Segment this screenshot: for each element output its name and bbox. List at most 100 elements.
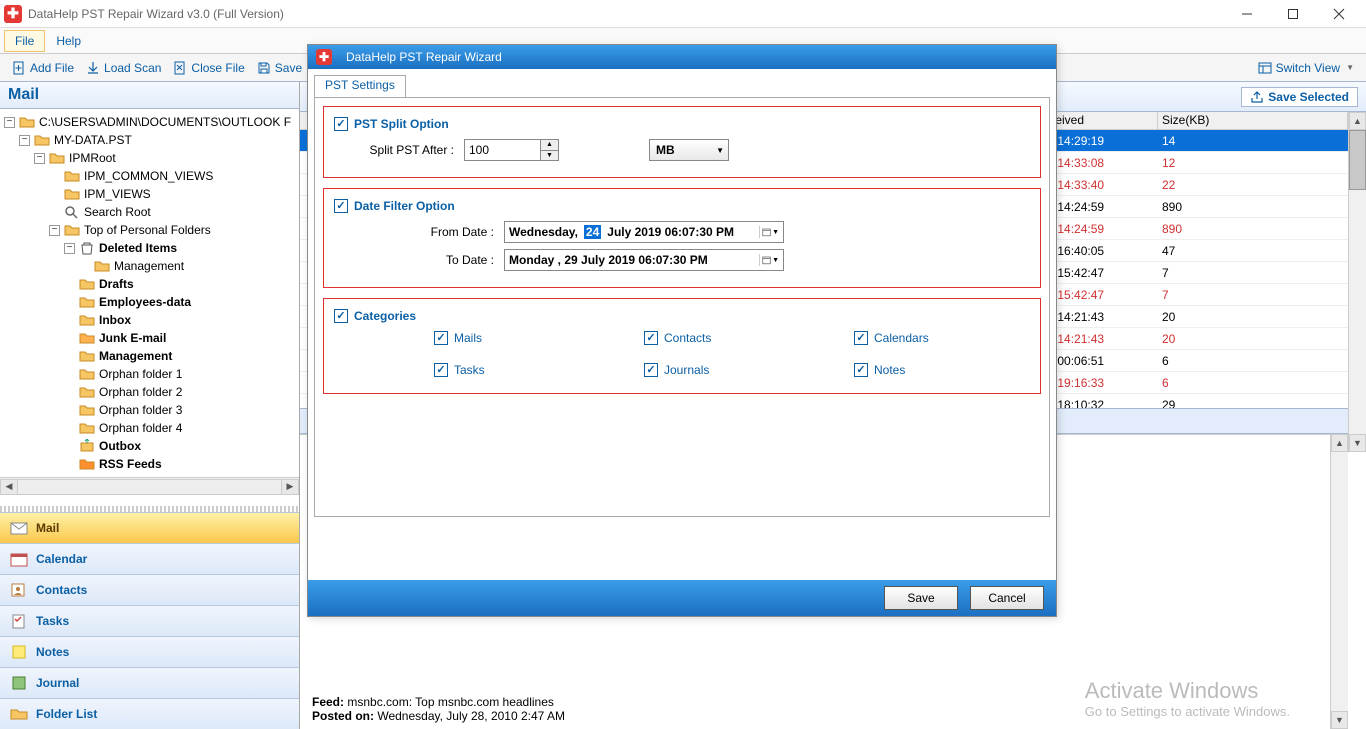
split-unit-combo[interactable]: MB ▼	[649, 139, 729, 161]
tree-node[interactable]: Search Root	[0, 203, 299, 221]
plus-file-icon	[12, 61, 26, 75]
scroll-left-icon[interactable]: ◀	[0, 479, 18, 495]
cancel-button[interactable]: Cancel	[970, 586, 1044, 610]
date-filter-checkbox[interactable]	[334, 199, 348, 213]
spin-up-icon[interactable]: ▲	[541, 140, 558, 151]
calendar-icon	[762, 226, 771, 238]
tree-node[interactable]: Inbox	[0, 311, 299, 329]
pst-split-group: PST Split Option Split PST After : ▲▼ MB…	[323, 106, 1041, 178]
save-selected-button[interactable]: Save Selected	[1241, 87, 1358, 107]
tree-node[interactable]: Outbox	[0, 437, 299, 455]
layout-icon	[1258, 61, 1272, 75]
nav-contacts[interactable]: Contacts	[0, 574, 299, 605]
windows-watermark: Activate Windows Go to Settings to activ…	[1085, 678, 1290, 719]
load-scan-button[interactable]: Load Scan	[80, 59, 167, 77]
nav-journal[interactable]: Journal	[0, 667, 299, 698]
download-icon	[86, 61, 100, 75]
menu-help[interactable]: Help	[45, 30, 92, 52]
categories-checkbox[interactable]	[334, 309, 348, 323]
switch-view-button[interactable]: Switch View ▼	[1252, 59, 1360, 77]
tree-toggle[interactable]: −	[19, 135, 30, 146]
split-after-label: Split PST After :	[364, 143, 454, 157]
left-header: Mail	[0, 82, 299, 109]
tree-node[interactable]: IPM_VIEWS	[0, 185, 299, 203]
checkbox[interactable]	[644, 363, 658, 377]
app-title: DataHelp PST Repair Wizard v3.0 (Full Ve…	[28, 7, 284, 21]
close-file-button[interactable]: Close File	[167, 59, 250, 77]
tree-node[interactable]: RSS Feeds	[0, 455, 299, 473]
calendar-icon	[762, 254, 771, 266]
nav-tasks[interactable]: Tasks	[0, 605, 299, 636]
checkbox[interactable]	[854, 363, 868, 377]
split-size-input[interactable]	[465, 140, 540, 160]
tree-node[interactable]: −MY-DATA.PST	[0, 131, 299, 149]
tree-node[interactable]: Employees-data	[0, 293, 299, 311]
minimize-button[interactable]	[1224, 0, 1270, 28]
to-date-label: To Date :	[364, 253, 494, 267]
tree-node[interactable]: Orphan folder 4	[0, 419, 299, 437]
tree-toggle[interactable]: −	[64, 243, 75, 254]
tree-node[interactable]: Management	[0, 347, 299, 365]
titlebar: ✚ DataHelp PST Repair Wizard v3.0 (Full …	[0, 0, 1366, 28]
category-mails[interactable]: Mails	[434, 331, 574, 345]
tree-node[interactable]: Drafts	[0, 275, 299, 293]
scroll-up-icon[interactable]: ▲	[1331, 434, 1348, 452]
pst-split-checkbox[interactable]	[334, 117, 348, 131]
scroll-down-icon[interactable]: ▼	[1349, 434, 1366, 452]
close-file-icon	[173, 61, 187, 75]
category-calendars[interactable]: Calendars	[854, 331, 994, 345]
save-button[interactable]: Save	[884, 586, 958, 610]
tree-node[interactable]: −IPMRoot	[0, 149, 299, 167]
dialog-footer: Save Cancel	[308, 580, 1056, 616]
tree-node[interactable]: Orphan folder 1	[0, 365, 299, 383]
checkbox[interactable]	[434, 363, 448, 377]
scroll-down-icon[interactable]: ▼	[1331, 711, 1348, 729]
nav-notes[interactable]: Notes	[0, 636, 299, 667]
category-tasks[interactable]: Tasks	[434, 363, 574, 377]
maximize-button[interactable]	[1270, 0, 1316, 28]
scroll-up-icon[interactable]: ▲	[1349, 112, 1366, 130]
tree-node[interactable]: −C:\USERS\ADMIN\DOCUMENTS\OUTLOOK F	[0, 113, 299, 131]
tree-toggle[interactable]: −	[49, 225, 60, 236]
tree-toggle[interactable]: −	[34, 153, 45, 164]
spin-down-icon[interactable]: ▼	[541, 151, 558, 161]
tree-toggle[interactable]: −	[4, 117, 15, 128]
save-icon	[257, 61, 271, 75]
checkbox[interactable]	[854, 331, 868, 345]
scroll-right-icon[interactable]: ▶	[281, 479, 299, 495]
menu-file[interactable]: File	[4, 30, 45, 52]
tree-node[interactable]: Orphan folder 2	[0, 383, 299, 401]
nav-mail[interactable]: Mail	[0, 512, 299, 543]
message-list-scrollbar[interactable]: ▲ ▼	[1348, 112, 1366, 452]
checkbox[interactable]	[644, 331, 658, 345]
tree-node[interactable]: Management	[0, 257, 299, 275]
from-date-picker[interactable]: Wednesday, 24 July 2019 06:07:30 PM ▼	[504, 221, 784, 243]
tree-node[interactable]: Orphan folder 3	[0, 401, 299, 419]
save-button[interactable]: Save	[251, 59, 308, 77]
chevron-down-icon: ▼	[716, 146, 724, 155]
categories-group: Categories MailsContactsCalendarsTasksJo…	[323, 298, 1041, 394]
preview-scrollbar[interactable]: ▲ ▼	[1330, 434, 1348, 729]
tree-node[interactable]: −Deleted Items	[0, 239, 299, 257]
tree-node[interactable]: IPM_COMMON_VIEWS	[0, 167, 299, 185]
category-notes[interactable]: Notes	[854, 363, 994, 377]
tab-pst-settings[interactable]: PST Settings	[314, 75, 406, 97]
tree-node[interactable]: −Top of Personal Folders	[0, 221, 299, 239]
folder-tree[interactable]: −C:\USERS\ADMIN\DOCUMENTS\OUTLOOK F−MY-D…	[0, 109, 299, 477]
to-date-picker[interactable]: Monday , 29 July 2019 06:07:30 PM ▼	[504, 249, 784, 271]
checkbox[interactable]	[434, 331, 448, 345]
horizontal-scrollbar[interactable]: ◀ ▶	[0, 477, 299, 495]
col-size[interactable]: Size(KB)	[1158, 112, 1348, 129]
nav-calendar[interactable]: Calendar	[0, 543, 299, 574]
dropdown-icon: ▼	[1346, 63, 1354, 72]
category-journals[interactable]: Journals	[644, 363, 784, 377]
close-button[interactable]	[1316, 0, 1362, 28]
export-icon	[1250, 90, 1264, 104]
tree-node[interactable]: Junk E-mail	[0, 329, 299, 347]
left-pane: Mail −C:\USERS\ADMIN\DOCUMENTS\OUTLOOK F…	[0, 82, 300, 729]
split-size-spinner[interactable]: ▲▼	[464, 139, 559, 161]
category-contacts[interactable]: Contacts	[644, 331, 784, 345]
nav-folder_list[interactable]: Folder List	[0, 698, 299, 729]
add-file-button[interactable]: Add File	[6, 59, 80, 77]
date-filter-group: Date Filter Option From Date : Wednesday…	[323, 188, 1041, 288]
